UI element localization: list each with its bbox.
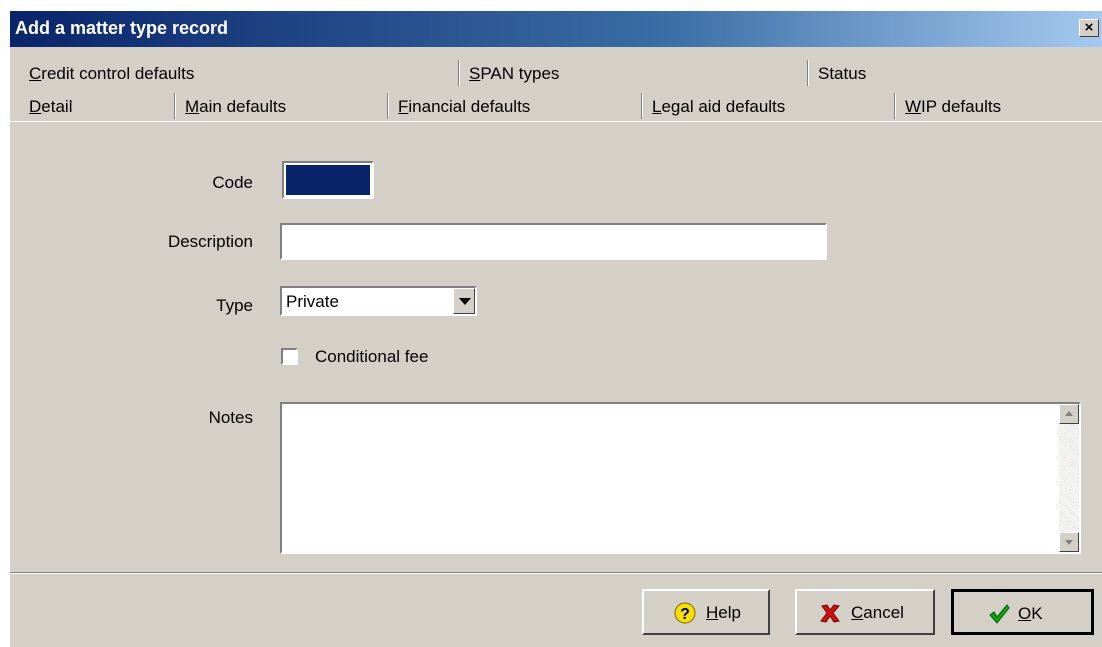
svg-text:?: ? xyxy=(680,606,690,623)
tab-label: inancial defaults xyxy=(408,97,531,116)
tab-label: egal aid defaults xyxy=(661,97,786,116)
type-label: Type xyxy=(216,296,253,315)
type-select[interactable]: Private xyxy=(280,286,477,316)
tab-label: PAN types xyxy=(480,64,560,83)
tab-separator xyxy=(387,93,389,119)
tab-label: Status xyxy=(818,64,867,83)
ok-label: OK xyxy=(1018,604,1043,624)
tab-mnemonic: W xyxy=(905,97,922,116)
red-x-icon xyxy=(820,604,840,623)
help-button[interactable]: ? Help xyxy=(642,589,770,635)
tab-span-types[interactable]: SPAN types xyxy=(458,58,808,88)
cancel-mnemonic: C xyxy=(851,603,864,622)
code-field[interactable] xyxy=(282,161,374,199)
tab-mnemonic: D xyxy=(29,97,42,116)
type-value: Private xyxy=(286,292,339,311)
tab-row-bottom: Detail Main defaults Financial defaults … xyxy=(10,91,1102,122)
tab-separator xyxy=(458,60,460,86)
window-title: Add a matter type record xyxy=(15,18,229,38)
ok-mnemonic: O xyxy=(1018,604,1032,623)
cancel-button[interactable]: Cancel xyxy=(795,589,935,635)
close-button[interactable]: × xyxy=(1079,19,1099,37)
tab-credit-control-defaults[interactable]: Credit control defaults xyxy=(18,58,458,88)
tab-row-top: Credit control defaults SPAN types Statu… xyxy=(10,58,1102,88)
notes-label: Notes xyxy=(208,408,253,427)
conditional-fee-label: Conditional fee xyxy=(315,347,429,366)
question-icon: ? xyxy=(674,602,696,624)
ok-label-rest: K xyxy=(1031,604,1043,623)
scroll-down-icon[interactable] xyxy=(1059,532,1079,552)
green-check-icon xyxy=(989,604,1010,624)
tab-label: ain defaults xyxy=(199,97,287,116)
tab-legal-aid-defaults[interactable]: Legal aid defaults xyxy=(641,91,894,121)
notes-field[interactable] xyxy=(280,402,1081,554)
scroll-up-icon[interactable] xyxy=(1059,404,1079,424)
tab-financial-defaults[interactable]: Financial defaults xyxy=(387,91,641,121)
tab-status[interactable]: Status xyxy=(807,58,1097,88)
tab-separator xyxy=(807,60,809,86)
conditional-fee-checkbox[interactable] xyxy=(281,348,298,365)
button-separator xyxy=(10,572,1102,574)
title-bar[interactable]: Add a matter type record × xyxy=(10,11,1102,47)
tab-label: redit control defaults xyxy=(41,64,195,83)
help-label-rest: elp xyxy=(718,603,741,622)
tab-detail[interactable]: Detail xyxy=(18,91,175,121)
description-label: Description xyxy=(167,232,253,251)
tab-mnemonic: M xyxy=(185,97,200,116)
tab-mnemonic: F xyxy=(398,97,409,116)
dialog-window: Add a matter type record × Credit contro… xyxy=(9,10,1102,647)
chevron-down-icon[interactable] xyxy=(453,288,475,314)
tab-separator xyxy=(641,93,643,119)
close-icon: × xyxy=(1084,19,1094,36)
notes-scrollbar[interactable] xyxy=(1059,404,1079,552)
tab-mnemonic: C xyxy=(29,64,42,83)
help-label: Help xyxy=(706,603,741,623)
tab-label: IP defaults xyxy=(921,97,1002,116)
code-selection xyxy=(286,165,370,195)
help-mnemonic: H xyxy=(706,603,719,622)
code-label: Code xyxy=(212,173,253,192)
tab-wip-defaults[interactable]: WIP defaults xyxy=(894,91,1097,121)
tab-main-defaults[interactable]: Main defaults xyxy=(174,91,387,121)
tab-separator xyxy=(174,93,176,119)
tab-separator xyxy=(894,93,896,119)
description-field[interactable] xyxy=(280,223,827,260)
ok-button[interactable]: OK xyxy=(951,589,1094,635)
cancel-label: Cancel xyxy=(851,603,904,623)
cancel-label-rest: ancel xyxy=(863,603,904,622)
tab-label: etail xyxy=(41,97,73,116)
tab-mnemonic: S xyxy=(469,64,481,83)
